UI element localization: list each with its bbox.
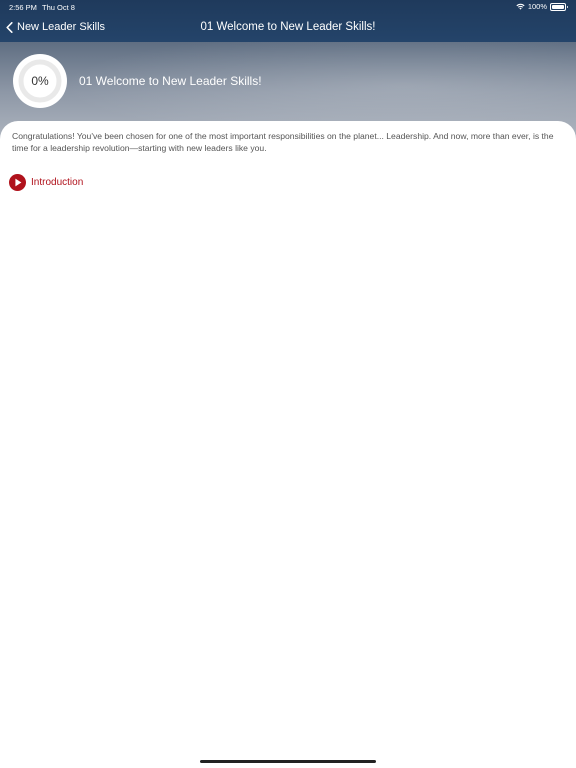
lesson-content: Congratulations! You've been chosen for … (0, 121, 576, 768)
top-bar: 2:56 PM Thu Oct 8 100% New Leader Skills… (0, 0, 576, 42)
battery-icon (550, 2, 568, 11)
status-date: Thu Oct 8 (42, 3, 75, 12)
list-item-introduction[interactable]: Introduction (9, 174, 83, 191)
progress-percent: 0% (31, 74, 49, 88)
nav-title: 01 Welcome to New Leader Skills! (200, 21, 376, 33)
status-right: 100% (516, 2, 568, 11)
battery-percent: 100% (527, 2, 547, 11)
status-bar: 2:56 PM Thu Oct 8 100% (0, 0, 576, 14)
home-indicator[interactable] (200, 760, 376, 763)
list-item-label: Introduction (31, 177, 84, 188)
lesson-description: Congratulations! You've been chosen for … (12, 131, 554, 153)
lesson-title: 01 Welcome to New Leader Skills! (79, 74, 262, 88)
status-time: 2:56 PM (9, 3, 37, 12)
play-circle-icon (9, 174, 26, 191)
wifi-icon (516, 3, 525, 10)
nav-bar: New Leader Skills 01 Welcome to New Lead… (0, 14, 576, 42)
